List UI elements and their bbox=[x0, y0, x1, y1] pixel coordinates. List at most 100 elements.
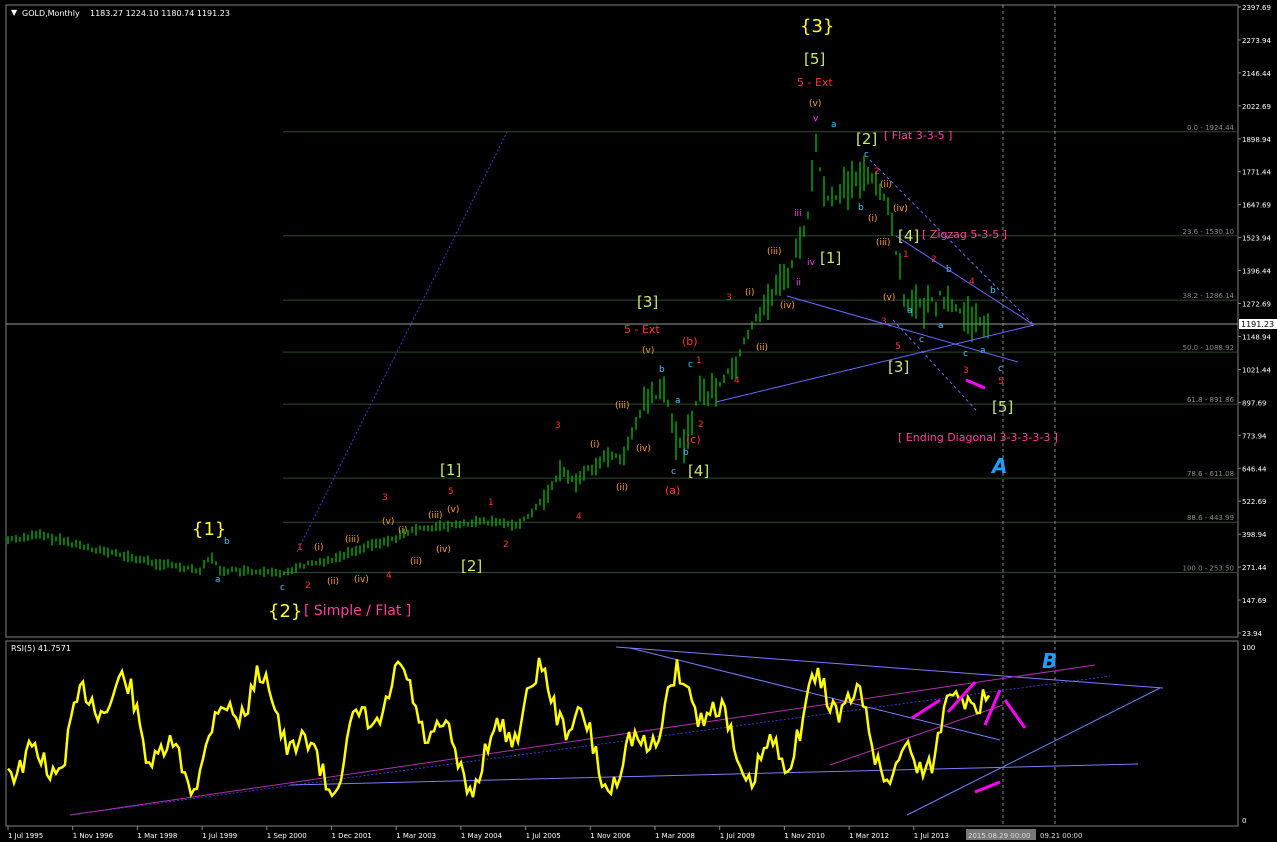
time-tick-label: 1 Nov 2010 bbox=[784, 832, 824, 840]
wave-count-label: 1 bbox=[903, 250, 909, 260]
price-tick-label: 1021.44 bbox=[1242, 366, 1271, 374]
wave-count-label: 3 bbox=[881, 317, 887, 327]
price-tick-label: 398.94 bbox=[1242, 531, 1267, 539]
time-tick-label: 1 Jul 2013 bbox=[914, 832, 949, 840]
time-tick-label: 1 Dec 2001 bbox=[332, 832, 372, 840]
time-tick-label: 1 Jul 2009 bbox=[720, 832, 755, 840]
time-tick-label: 1 Jul 1999 bbox=[202, 832, 237, 840]
time-tick-label: 1 Mar 2003 bbox=[396, 832, 436, 840]
rsi-tick-label: 100 bbox=[1242, 644, 1255, 652]
label-box5-top: [5] bbox=[804, 50, 825, 68]
label-v-top: (v) bbox=[809, 99, 821, 109]
wave-count-label: 1 bbox=[696, 356, 702, 366]
price-tick-label: 1647.69 bbox=[1242, 202, 1271, 210]
price-panel-frame bbox=[5, 4, 1239, 638]
wave-count-label: a bbox=[907, 306, 913, 316]
wave-count-label: b bbox=[990, 286, 996, 296]
fib-label: 61.8 - 891.86 bbox=[1187, 396, 1235, 404]
wave-count-label: (v) bbox=[642, 346, 654, 356]
label-brace-2: {2} bbox=[268, 601, 302, 622]
price-tick-label: 2273.94 bbox=[1242, 37, 1271, 45]
wave-count-label: (ii) bbox=[616, 483, 628, 493]
label-box4-2008: [4] bbox=[688, 462, 709, 480]
time-tick-label: 1 Jul 2005 bbox=[526, 832, 561, 840]
label-A: A bbox=[990, 454, 1007, 478]
label-zigzag: [ Zigzag 5-3-5 ] bbox=[922, 228, 1007, 241]
wave-count-label: a bbox=[831, 120, 837, 130]
fib-label: 88.6 - 443.99 bbox=[1187, 514, 1234, 522]
label-box1-2003: [1] bbox=[440, 461, 461, 479]
wave-count-label: c bbox=[963, 349, 968, 359]
wave-count-label: (ii) bbox=[410, 557, 422, 567]
label-a-paren: (a) bbox=[665, 484, 680, 497]
symbol-label: GOLD,Monthly bbox=[22, 9, 80, 18]
price-tick-label: 2397.69 bbox=[1242, 4, 1271, 12]
price-tick-label: 271.44 bbox=[1242, 564, 1267, 572]
wave-count-label: a bbox=[675, 396, 681, 406]
price-tick-label: 1523.94 bbox=[1242, 235, 1271, 243]
time-tick-label: 1 Sep 2000 bbox=[267, 832, 307, 840]
wave-count-label: a bbox=[215, 575, 221, 585]
wave-count-label: 1 bbox=[488, 498, 494, 508]
wave-count-label: 3 bbox=[963, 366, 969, 376]
wave-count-label: c bbox=[998, 364, 1003, 374]
wave-count-label: (i) bbox=[314, 543, 324, 553]
wave-count-label: (v) bbox=[883, 293, 895, 303]
fib-label: 23.6 - 1530.10 bbox=[1182, 228, 1234, 236]
label-B: B bbox=[1042, 649, 1057, 673]
wave-count-label: (iv) bbox=[780, 301, 795, 311]
wave-count-label: 5 bbox=[448, 487, 454, 497]
time-tick-label: 1 Jul 1995 bbox=[8, 832, 43, 840]
wave-count-label: (i) bbox=[590, 440, 600, 450]
price-tick-label: 2146.44 bbox=[1242, 70, 1271, 78]
wave-count-label: 2 bbox=[698, 420, 704, 430]
wave-count-label: (iv) bbox=[436, 545, 451, 555]
label-c-paren: (c) bbox=[686, 433, 701, 446]
price-tick-label: 1898.94 bbox=[1242, 136, 1271, 144]
wave-count-label: (ii) bbox=[327, 577, 339, 587]
label-flat: [ Flat 3-3-5 ] bbox=[884, 129, 952, 142]
ohlc-values: 1183.27 1224.10 1180.74 1191.23 bbox=[90, 9, 230, 18]
label-brace-1: {1} bbox=[192, 519, 226, 540]
time-tick-label: 1 Nov 1996 bbox=[73, 832, 114, 840]
label-ending-diagonal: [ Ending Diagonal 3-3-3-3-3 ] bbox=[898, 431, 1058, 444]
fib-label: 78.6 - 611.08 bbox=[1187, 470, 1234, 478]
wave-count-label: c bbox=[671, 467, 676, 477]
label-v-small: v bbox=[813, 114, 819, 124]
wave-count-label: (iv) bbox=[893, 204, 908, 214]
price-tick-label: 1148.94 bbox=[1242, 333, 1271, 341]
time-marker-label-2: 09.21 00:00 bbox=[1040, 832, 1082, 840]
wave-count-label: (iii) bbox=[345, 535, 360, 545]
price-tick-label: 897.69 bbox=[1242, 399, 1267, 407]
header-triangle-icon[interactable]: ▼ bbox=[11, 8, 18, 17]
wave-count-label: c bbox=[864, 150, 869, 160]
time-tick-label: 1 Nov 2006 bbox=[590, 832, 631, 840]
wave-count-label: (ii) bbox=[756, 343, 768, 353]
wave-count-label: 3 bbox=[555, 421, 561, 431]
price-tick-label: 147.69 bbox=[1242, 597, 1267, 605]
label-box2-flat: [2] bbox=[856, 130, 877, 148]
label-box3-2008: [3] bbox=[637, 293, 658, 311]
rsi-tick-label: 0 bbox=[1242, 817, 1246, 825]
wave-count-label: a bbox=[938, 321, 944, 331]
price-tick-label: 1771.44 bbox=[1242, 169, 1271, 177]
wave-count-label: b bbox=[858, 203, 864, 213]
wave-count-label: 4 bbox=[576, 512, 582, 522]
wave-count-label: c bbox=[280, 583, 285, 593]
wave-count-label: 2 bbox=[503, 540, 509, 550]
label-brace-3: {3} bbox=[800, 16, 834, 37]
wave-count-label: iv bbox=[807, 258, 816, 268]
wave-count-label: ii bbox=[796, 278, 801, 288]
current-price-label: 1191.23 bbox=[1241, 320, 1274, 329]
label-box2-2004: [2] bbox=[461, 557, 482, 575]
label-box5-low: [5] bbox=[992, 398, 1013, 416]
price-tick-label: 522.69 bbox=[1242, 498, 1267, 506]
wave-count-label: 3 bbox=[382, 493, 388, 503]
wave-count-label: b bbox=[683, 448, 689, 458]
label-box3-low: [3] bbox=[888, 358, 909, 376]
time-tick-label: 1 Mar 2012 bbox=[849, 832, 889, 840]
wave-count-label: (v) bbox=[447, 505, 459, 515]
wave-count-label: 4 bbox=[734, 376, 740, 386]
wave-count-label: c bbox=[919, 335, 924, 345]
wave-count-label: 3 bbox=[726, 293, 732, 303]
